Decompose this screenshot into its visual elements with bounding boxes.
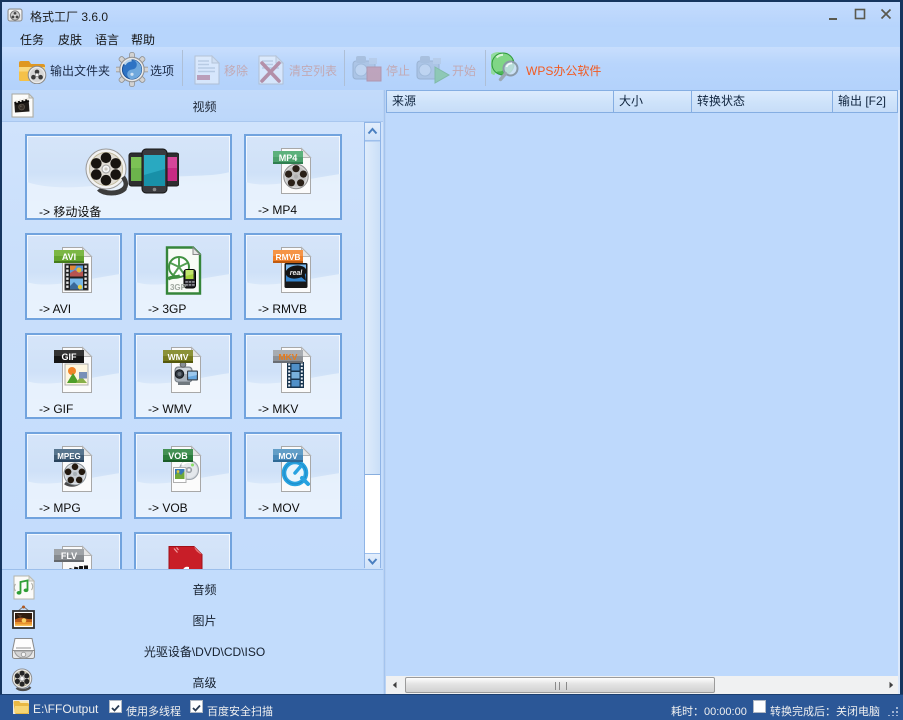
- svg-text:MPEG: MPEG: [57, 452, 81, 461]
- svg-text:real: real: [290, 270, 304, 277]
- svg-text:WMV: WMV: [168, 352, 189, 362]
- svg-text:MOV: MOV: [278, 451, 298, 461]
- svg-text:FLV: FLV: [61, 551, 77, 561]
- svg-text:MP4: MP4: [279, 153, 298, 163]
- svg-text:3GP: 3GP: [170, 283, 187, 292]
- svg-text:VOB: VOB: [168, 451, 188, 461]
- svg-text:MKV: MKV: [279, 352, 298, 362]
- svg-text:RMVB: RMVB: [275, 252, 300, 262]
- svg-text:GIF: GIF: [62, 352, 78, 362]
- svg-text:AVI: AVI: [62, 252, 76, 262]
